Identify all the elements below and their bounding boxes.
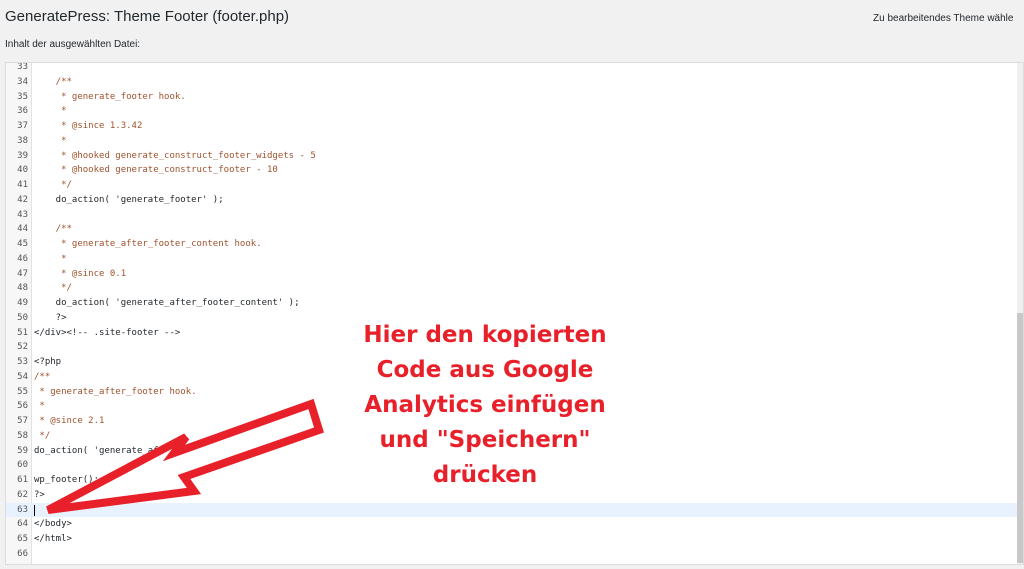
text-cursor: [34, 504, 35, 516]
line-code[interactable]: /**: [34, 222, 72, 237]
code-line[interactable]: 48 */: [6, 281, 1023, 296]
scrollbar-thumb[interactable]: [1017, 313, 1023, 563]
line-number: 60: [17, 460, 28, 471]
line-code[interactable]: /**: [34, 370, 50, 385]
line-number: 62: [17, 489, 28, 500]
line-number: 47: [17, 268, 28, 279]
line-number: 35: [17, 91, 28, 102]
code-line[interactable]: 66: [6, 547, 1023, 562]
line-number: 52: [17, 342, 28, 353]
line-code[interactable]: *: [34, 252, 66, 267]
code-line[interactable]: 64 </body>: [6, 517, 1023, 532]
editor-scrollbar[interactable]: [1017, 63, 1023, 564]
line-number: 50: [17, 312, 28, 323]
line-code[interactable]: *: [34, 134, 66, 149]
file-content-label: Inhalt der ausgewählten Datei:: [5, 39, 141, 50]
line-code[interactable]: *: [34, 399, 44, 414]
code-line[interactable]: 40 * @hooked generate_construct_footer -…: [6, 163, 1023, 178]
line-number: 51: [17, 327, 28, 338]
code-line[interactable]: 41 */: [6, 178, 1023, 193]
code-line[interactable]: 34 /**: [6, 75, 1023, 90]
line-number: 45: [17, 239, 28, 249]
line-number: 36: [17, 106, 28, 117]
line-number: 37: [17, 121, 28, 131]
line-number: 59: [17, 445, 28, 456]
line-number: 34: [17, 76, 28, 87]
line-number: 40: [17, 165, 28, 176]
line-number: 53: [17, 357, 28, 367]
code-line[interactable]: 44 /**: [6, 222, 1023, 237]
annotation-line: und "Speichern": [379, 427, 591, 453]
line-code[interactable]: </body>: [34, 517, 72, 532]
line-number: 61: [17, 475, 28, 485]
line-number: 46: [17, 253, 28, 264]
code-line[interactable]: 35 * generate_footer hook.: [6, 90, 1023, 105]
code-line[interactable]: 39 * @hooked generate_construct_footer_w…: [6, 149, 1023, 164]
instruction-annotation: Hier den kopierten Code aus Google Analy…: [330, 318, 640, 493]
line-code[interactable]: ?>: [34, 488, 45, 503]
line-code[interactable]: * @hooked generate_construct_footer - 10: [34, 163, 278, 178]
line-code[interactable]: <?php: [34, 355, 61, 370]
line-number: 54: [17, 371, 28, 382]
line-code[interactable]: * generate_after_footer_content hook.: [34, 237, 262, 252]
line-code[interactable]: do_action( 'generate_after_footer_conten…: [34, 296, 300, 311]
line-code[interactable]: * @since 2.1: [34, 414, 104, 429]
annotation-line: Code aus Google: [376, 357, 594, 383]
annotation-line: Analytics einfügen: [364, 392, 606, 418]
code-line[interactable]: 49 do_action( 'generate_after_footer_con…: [6, 296, 1023, 311]
code-line[interactable]: 33: [6, 62, 1023, 75]
line-code[interactable]: </html>: [34, 532, 72, 547]
line-code[interactable]: */: [34, 429, 50, 444]
code-line[interactable]: 63: [6, 502, 1023, 518]
line-number: 41: [17, 180, 28, 190]
code-line[interactable]: 43: [6, 208, 1023, 223]
line-code[interactable]: * generate_after_footer hook.: [34, 385, 196, 400]
line-code[interactable]: *: [34, 104, 66, 119]
line-number: 64: [17, 519, 28, 530]
line-number: 42: [17, 194, 28, 205]
line-number: 66: [17, 548, 28, 559]
line-number: 57: [17, 416, 28, 426]
line-code[interactable]: wp_footer();: [34, 473, 99, 488]
line-code[interactable]: do_action( 'generate_footer' );: [34, 193, 224, 208]
line-code[interactable]: */: [34, 178, 72, 193]
line-number: 48: [17, 283, 28, 294]
annotation-line: drücken: [432, 462, 538, 488]
line-number: 39: [17, 150, 28, 161]
line-number: 33: [17, 62, 28, 72]
code-line[interactable]: 46 *: [6, 252, 1023, 267]
line-number: 65: [17, 534, 28, 544]
code-line[interactable]: 45 * generate_after_footer_content hook.: [6, 237, 1023, 252]
line-code[interactable]: ?>: [34, 311, 67, 326]
line-code[interactable]: * generate_footer hook.: [34, 90, 186, 105]
line-number: 43: [17, 209, 28, 220]
line-number: 44: [17, 224, 28, 235]
theme-select-label: Zu bearbeitendes Theme wähle: [873, 13, 1014, 24]
line-code[interactable]: */: [34, 281, 72, 296]
line-number: 58: [17, 430, 28, 441]
line-number: 55: [17, 386, 28, 397]
line-code[interactable]: do_action( 'generate_after_footer' );: [34, 444, 234, 459]
line-number: 38: [17, 135, 28, 146]
code-line[interactable]: 42 do_action( 'generate_footer' );: [6, 193, 1023, 208]
line-number: 56: [17, 401, 28, 412]
page-title: GeneratePress: Theme Footer (footer.php): [5, 8, 290, 25]
line-number: 63: [17, 504, 28, 515]
code-line[interactable]: 37 * @since 1.3.42: [6, 119, 1023, 134]
line-code[interactable]: * @hooked generate_construct_footer_widg…: [34, 149, 316, 164]
code-line[interactable]: 47 * @since 0.1: [6, 267, 1023, 282]
line-code[interactable]: * @since 0.1: [34, 267, 126, 282]
line-code[interactable]: * @since 1.3.42: [34, 119, 142, 134]
code-line[interactable]: 65 </html>: [6, 532, 1023, 547]
line-code[interactable]: </div><!-- .site-footer -->: [34, 326, 180, 341]
annotation-line: Hier den kopierten: [363, 322, 607, 348]
line-number: 49: [17, 298, 28, 308]
line-code[interactable]: /**: [34, 75, 72, 90]
code-line[interactable]: 36 *: [6, 104, 1023, 119]
code-line[interactable]: 38 *: [6, 134, 1023, 149]
